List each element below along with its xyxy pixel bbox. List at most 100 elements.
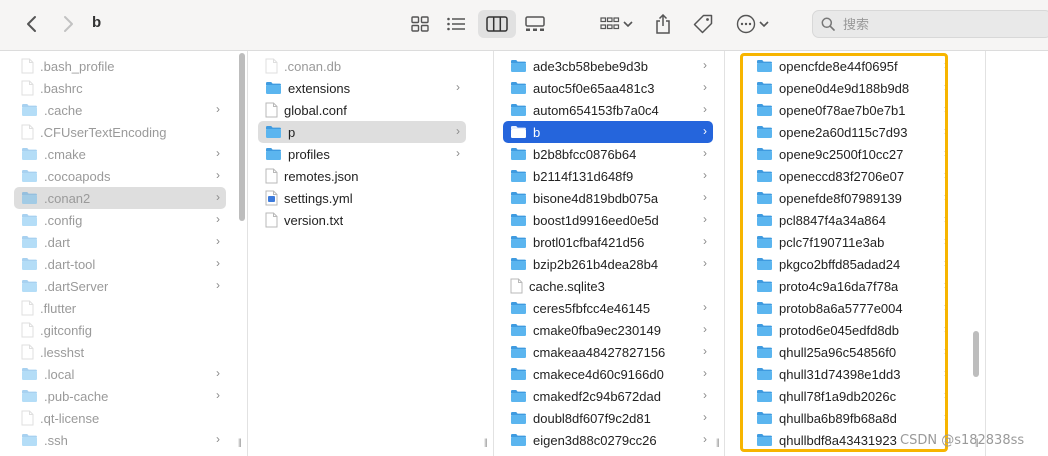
column-resize-handle[interactable]: ||: [238, 437, 242, 447]
folder-item[interactable]: bisone4d819bdb075a ›: [503, 187, 713, 209]
file-item[interactable]: .flutter: [14, 297, 226, 319]
folder-item[interactable]: .cocoapods ›: [14, 165, 226, 187]
folder-item[interactable]: .cache ›: [14, 99, 226, 121]
search-icon: [821, 17, 835, 31]
folder-item[interactable]: extensions ›: [258, 77, 466, 99]
actions-button[interactable]: [732, 10, 772, 38]
folder-item[interactable]: boost1d9916eed0e5d ›: [503, 209, 713, 231]
list-view-button[interactable]: [439, 10, 473, 38]
folder-item[interactable]: openeccd83f2706e07 ›: [749, 165, 954, 187]
folder-item[interactable]: cmake0fba9ec230149 ›: [503, 319, 713, 341]
chevron-right-icon: ›: [703, 234, 707, 248]
column-resize-handle[interactable]: ||: [716, 437, 720, 447]
folder-item[interactable]: opene2a60d115c7d93 ›: [749, 121, 954, 143]
folder-item[interactable]: cmakedf2c94b672dad ›: [503, 385, 713, 407]
folder-item[interactable]: qhull78f1a9db2026c ›: [749, 385, 954, 407]
folder-item[interactable]: cmakeaa48427827156 ›: [503, 341, 713, 363]
item-label: opencfde8e44f0695f: [779, 58, 898, 74]
scrollbar-thumb[interactable]: [973, 331, 979, 377]
folder-item[interactable]: ade3cb58bebe9d3b ›: [503, 55, 713, 77]
folder-item[interactable]: b2b8bfcc0876b64 ›: [503, 143, 713, 165]
folder-item[interactable]: protod6e045edfd8db ›: [749, 319, 954, 341]
folder-item[interactable]: doubl8df607f9c2d81 ›: [503, 407, 713, 429]
folder-item[interactable]: .dartServer ›: [14, 275, 226, 297]
chevron-right-icon: ›: [703, 124, 707, 138]
folder-item[interactable]: .dart ›: [14, 231, 226, 253]
item-label: qhull25a96c54856f0: [779, 344, 897, 360]
folder-item[interactable]: brotl01cfbaf421d56 ›: [503, 231, 713, 253]
folder-item[interactable]: .ssh ›: [14, 429, 226, 451]
folder-item[interactable]: pkgco2bffd85adad24 ›: [749, 253, 954, 275]
folder-item[interactable]: autoc5f0e65aa481c3 ›: [503, 77, 713, 99]
column-view-button[interactable]: [478, 10, 516, 38]
folder-item[interactable]: proto4c9a16da7f78a ›: [749, 275, 954, 297]
item-label: .local: [44, 366, 75, 382]
folder-item[interactable]: .local ›: [14, 363, 226, 385]
folder-item[interactable]: autom654153fb7a0c4 ›: [503, 99, 713, 121]
folder-item[interactable]: .cmake ›: [14, 143, 226, 165]
file-item[interactable]: .gitconfig: [14, 319, 226, 341]
item-label: .bash_profile: [40, 58, 115, 74]
list-icon: [447, 17, 465, 31]
folder-item[interactable]: eigen3d88c0279cc26 ›: [503, 429, 713, 451]
folder-item[interactable]: qhull31d74398e1dd3 ›: [749, 363, 954, 385]
folder-item[interactable]: pcl8847f4a34a864 ›: [749, 209, 954, 231]
file-item[interactable]: cache.sqlite3: [503, 275, 713, 297]
file-item[interactable]: global.conf: [258, 99, 466, 121]
item-label: eigen3d88c0279cc26: [533, 432, 657, 448]
folder-item[interactable]: ceres5fbfcc4e46145 ›: [503, 297, 713, 319]
folder-item[interactable]: cmakece4d60c9166d0 ›: [503, 363, 713, 385]
chevron-right-icon: ›: [703, 366, 707, 380]
folder-item[interactable]: qhull25a96c54856f0 ›: [749, 341, 954, 363]
folder-icon: [511, 324, 526, 336]
file-item[interactable]: .qt-license: [14, 407, 226, 429]
search-field[interactable]: [812, 10, 1048, 38]
file-item[interactable]: settings.yml: [258, 187, 466, 209]
file-item[interactable]: remotes.json: [258, 165, 466, 187]
folder-item[interactable]: opene0d4e9d188b9d8 ›: [749, 77, 954, 99]
document-icon: [510, 278, 523, 294]
forward-button[interactable]: [56, 12, 80, 36]
column-resize-handle[interactable]: ||: [484, 437, 488, 447]
search-input[interactable]: [841, 15, 1025, 33]
item-label: autoc5f0e65aa481c3: [533, 80, 655, 96]
folder-item[interactable]: .config ›: [14, 209, 226, 231]
file-item[interactable]: .bashrc: [14, 77, 226, 99]
folder-item[interactable]: opencfde8e44f0695f ›: [749, 55, 954, 77]
chevron-right-icon: ›: [703, 80, 707, 94]
folder-icon: [22, 368, 37, 380]
file-item[interactable]: .bash_profile: [14, 55, 226, 77]
more-icon: [736, 14, 755, 34]
folder-item[interactable]: pclc7f190711e3ab ›: [749, 231, 954, 253]
group-by-button[interactable]: [596, 10, 636, 38]
folder-item[interactable]: .pub-cache ›: [14, 385, 226, 407]
chevron-down-icon: [758, 21, 769, 28]
folder-item[interactable]: opene0f78ae7b0e7b1 ›: [749, 99, 954, 121]
folder-item[interactable]: profiles ›: [258, 143, 466, 165]
folder-item[interactable]: bzip2b261b4dea28b4 ›: [503, 253, 713, 275]
share-button[interactable]: [646, 10, 680, 38]
icon-view-button[interactable]: [403, 10, 437, 38]
folder-icon: [511, 104, 526, 116]
folder-icon: [757, 104, 772, 116]
folder-item[interactable]: p ›: [258, 121, 466, 143]
file-item[interactable]: .conan.db: [258, 55, 466, 77]
file-item[interactable]: .CFUserTextEncoding: [14, 121, 226, 143]
file-item[interactable]: version.txt: [258, 209, 466, 231]
back-button[interactable]: [20, 12, 44, 36]
folder-item[interactable]: protob8a6a5777e004 ›: [749, 297, 954, 319]
folder-item[interactable]: openefde8f07989139 ›: [749, 187, 954, 209]
folder-item[interactable]: b2114f131d648f9 ›: [503, 165, 713, 187]
folder-item[interactable]: qhullba6b89fb68a8d ›: [749, 407, 954, 429]
tags-button[interactable]: [686, 10, 720, 38]
folder-item[interactable]: b ›: [503, 121, 713, 143]
folder-item[interactable]: opene9c2500f10cc27 ›: [749, 143, 954, 165]
folder-item[interactable]: .conan2 ›: [14, 187, 226, 209]
item-label: b2b8bfcc0876b64: [533, 146, 637, 162]
folder-icon: [22, 236, 37, 248]
file-item[interactable]: .lesshst: [14, 341, 226, 363]
scrollbar-thumb[interactable]: [239, 53, 245, 221]
item-label: proto4c9a16da7f78a: [779, 278, 899, 294]
gallery-view-button[interactable]: [518, 10, 552, 38]
folder-item[interactable]: .dart-tool ›: [14, 253, 226, 275]
